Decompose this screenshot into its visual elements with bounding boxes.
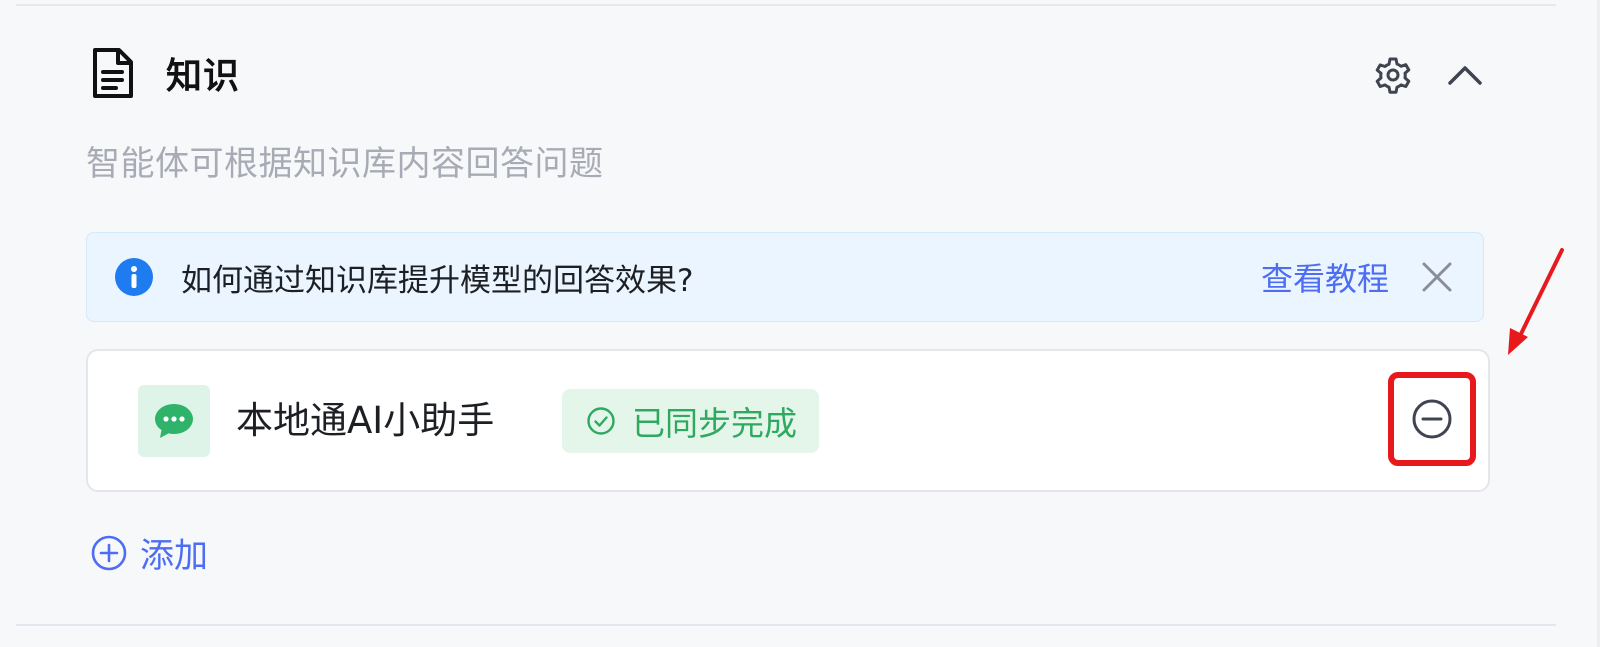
- remove-knowledge-button[interactable]: [1388, 372, 1476, 466]
- plus-circle-icon: [91, 535, 127, 570]
- status-badge: 已同步完成: [562, 389, 819, 453]
- header-actions: [1370, 52, 1488, 98]
- gear-icon: [1375, 57, 1411, 94]
- info-icon: [115, 258, 153, 296]
- settings-button[interactable]: [1370, 52, 1416, 98]
- chat-bubble-icon: [138, 385, 210, 457]
- section-title: 知识: [166, 56, 241, 97]
- info-banner: 如何通过知识库提升模型的回答效果? 查看教程: [86, 232, 1484, 322]
- add-label: 添加: [140, 536, 208, 576]
- knowledge-item-card[interactable]: 本地通AI小助手 已同步完成: [86, 349, 1490, 492]
- top-divider: [16, 4, 1556, 6]
- knowledge-name: 本地通AI小助手: [236, 399, 495, 442]
- bottom-divider: [16, 624, 1556, 626]
- add-knowledge-button[interactable]: 添加: [90, 528, 208, 577]
- collapse-button[interactable]: [1442, 52, 1488, 98]
- view-tutorial-link[interactable]: 查看教程: [1261, 254, 1389, 300]
- banner-text: 如何通过知识库提升模型的回答效果?: [181, 262, 694, 299]
- status-label: 已同步完成: [632, 404, 797, 443]
- check-circle-icon: [586, 406, 616, 436]
- document-icon: [88, 43, 138, 103]
- chevron-up-icon: [1448, 66, 1482, 85]
- section-header: 知识: [88, 42, 240, 104]
- close-icon: [1422, 262, 1452, 292]
- section-description: 智能体可根据知识库内容回答问题: [86, 144, 604, 184]
- minus-circle-icon: [1412, 399, 1452, 439]
- banner-close-button[interactable]: [1417, 257, 1457, 297]
